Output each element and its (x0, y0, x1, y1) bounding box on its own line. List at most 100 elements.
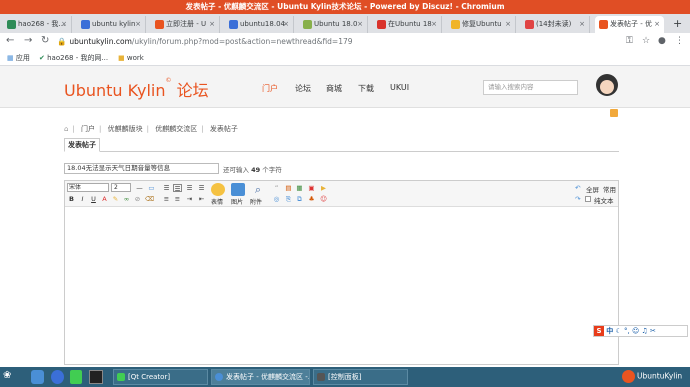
terminal-icon[interactable] (89, 370, 103, 384)
back-icon[interactable]: ← (6, 35, 14, 46)
bookmark-apps[interactable]: ▦ 应用 (7, 53, 30, 64)
tab-0[interactable]: hao268 - 我… × (3, 16, 72, 33)
tab-6[interactable]: 修复Ubuntu × (447, 16, 516, 33)
hr-icon[interactable]: — (135, 184, 144, 192)
unlink-icon[interactable]: ⊘ (133, 195, 142, 203)
settings-icon[interactable]: ✂ (650, 327, 656, 335)
float-icon[interactable]: ▭ (147, 184, 156, 192)
italic-button[interactable]: I (78, 195, 87, 203)
undo-icon[interactable]: ↶ (575, 184, 580, 192)
hide-icon[interactable]: ◎ (272, 195, 281, 203)
nav-mall[interactable]: 商城 (326, 83, 342, 94)
password-icon[interactable]: ☺ (319, 195, 328, 203)
tab-5[interactable]: 在Ubuntu 18 × (373, 16, 442, 33)
tab-2[interactable]: 立即注册 - U × (151, 16, 220, 33)
punct-icon[interactable]: °, (624, 327, 630, 335)
logo-mark: © (165, 77, 172, 84)
outdent-icon[interactable]: ⇤ (197, 195, 206, 203)
nav-forum[interactable]: 论坛 (295, 83, 311, 94)
nav-ukui[interactable]: UKUI (390, 83, 409, 92)
taskbar-item-qtcreator[interactable]: [Qt Creator] (113, 369, 208, 385)
post-bg-icon[interactable]: ♣ (307, 195, 316, 203)
skin-icon[interactable]: ♫ (642, 327, 648, 335)
tab-4[interactable]: Ubuntu 18.0 × (299, 16, 368, 33)
qt-icon[interactable] (70, 370, 82, 384)
close-icon[interactable]: × (505, 16, 511, 33)
indent-icon[interactable]: ⇥ (185, 195, 194, 203)
subject-input[interactable]: 18.04无法显示天气日期音量等信息 (64, 163, 219, 174)
audio-icon[interactable]: ⧉ (295, 195, 304, 203)
tab-1[interactable]: ubuntu kylin × (77, 16, 146, 33)
breadcrumb-item[interactable]: 门户 (81, 125, 95, 133)
site-logo[interactable]: Ubuntu Kylin© 论坛 (64, 77, 209, 101)
plaintext-checkbox[interactable] (585, 196, 591, 202)
tab-8[interactable]: 发表帖子 - 优 × (595, 16, 664, 33)
tab-3[interactable]: ubuntu18.04 × (225, 16, 294, 33)
nav-portal[interactable]: 门户 (262, 83, 278, 94)
avatar[interactable] (596, 74, 618, 96)
close-icon[interactable]: × (357, 16, 363, 33)
file-manager-icon[interactable] (31, 370, 44, 384)
moon-icon[interactable]: ☾ (615, 327, 621, 335)
fullscreen-button[interactable]: 全屏 (586, 184, 599, 194)
close-icon[interactable]: × (61, 16, 67, 33)
table-icon[interactable]: ▦ (295, 184, 304, 192)
forward-icon[interactable]: → (24, 35, 32, 46)
close-icon[interactable]: × (431, 16, 437, 33)
breadcrumb-item[interactable]: 优麒麟交流区 (155, 125, 197, 133)
redo-icon[interactable]: ↷ (575, 195, 580, 203)
align-left-icon[interactable]: ☰ (162, 184, 171, 192)
size-select[interactable]: 2 (111, 183, 131, 192)
align-center-icon[interactable]: ☰ (173, 184, 182, 193)
star-icon[interactable]: ☆ (642, 36, 650, 46)
close-icon[interactable]: × (283, 16, 289, 33)
unordered-list-icon[interactable]: ≡ (173, 195, 182, 203)
link-icon[interactable]: ∞ (122, 195, 131, 203)
close-icon[interactable]: × (654, 16, 660, 33)
ime-mode[interactable]: 中 (606, 327, 613, 335)
nav-download[interactable]: 下载 (358, 83, 374, 94)
taskbar-item-control-panel[interactable]: [控制面板] (313, 369, 408, 385)
reload-icon[interactable]: ↻ (41, 35, 49, 46)
close-icon[interactable]: × (579, 16, 585, 33)
flash-icon[interactable]: ⎘ (284, 195, 293, 203)
browser-icon[interactable] (51, 370, 64, 384)
common-button[interactable]: 常用 (603, 184, 616, 194)
align-right-icon[interactable]: ☰ (185, 184, 194, 192)
font-select[interactable]: 宋体 (67, 183, 109, 192)
bold-button[interactable]: B (67, 195, 76, 203)
ime-toolbar[interactable]: S 中 ☾ °, ☺ ♫ ✂ (593, 325, 688, 337)
bg-color-icon[interactable]: ✎ (111, 195, 120, 203)
style-switch-icon[interactable] (610, 109, 618, 117)
eraser-icon[interactable]: ⌫ (145, 195, 154, 203)
keyboard-icon[interactable]: ☺ (632, 327, 639, 335)
taskbar-item-browser[interactable]: 发表帖子 - 优麒麟交流区 -… (211, 369, 310, 385)
code-icon[interactable]: ▤ (284, 184, 293, 192)
bookmark-work[interactable]: ■ work (118, 53, 144, 64)
image-icon[interactable] (231, 183, 245, 196)
media-icon[interactable]: ▶ (319, 184, 328, 192)
breadcrumb-item[interactable]: 优麒麟版块 (108, 125, 143, 133)
attachment-icon[interactable]: ⌕ (251, 183, 265, 196)
search-input[interactable]: 请输入搜索内容 (483, 80, 578, 95)
emoticon-icon[interactable] (211, 183, 225, 196)
font-color-icon[interactable]: A (100, 195, 109, 203)
address-bar[interactable]: 🔒 ubuntukylin.com/ukylin/forum.php?mod=po… (57, 35, 617, 49)
key-icon[interactable]: ⚿ (626, 36, 633, 46)
start-menu-icon[interactable]: ❀ (3, 370, 17, 384)
ordered-list-icon[interactable]: ≡ (162, 195, 171, 203)
tab-new-thread[interactable]: 发表帖子 (64, 138, 100, 152)
tab-7[interactable]: (14封未读) × (521, 16, 590, 33)
home-icon[interactable]: ⌂ (64, 125, 68, 133)
close-icon[interactable]: × (135, 16, 141, 33)
menu-icon[interactable]: ⋮ (675, 36, 684, 46)
underline-button[interactable]: U (89, 195, 98, 203)
profile-icon[interactable]: ● (658, 36, 666, 46)
bookmark-hao[interactable]: ✔ hao268 - 我的网... (39, 53, 108, 64)
new-tab-button[interactable]: + (673, 17, 682, 30)
free-icon[interactable]: ▣ (307, 184, 316, 192)
close-icon[interactable]: × (209, 16, 215, 33)
bookmark-label: hao268 - 我的网... (47, 54, 109, 62)
align-justify-icon[interactable]: ☰ (197, 184, 206, 192)
quote-icon[interactable]: ” (272, 184, 281, 192)
